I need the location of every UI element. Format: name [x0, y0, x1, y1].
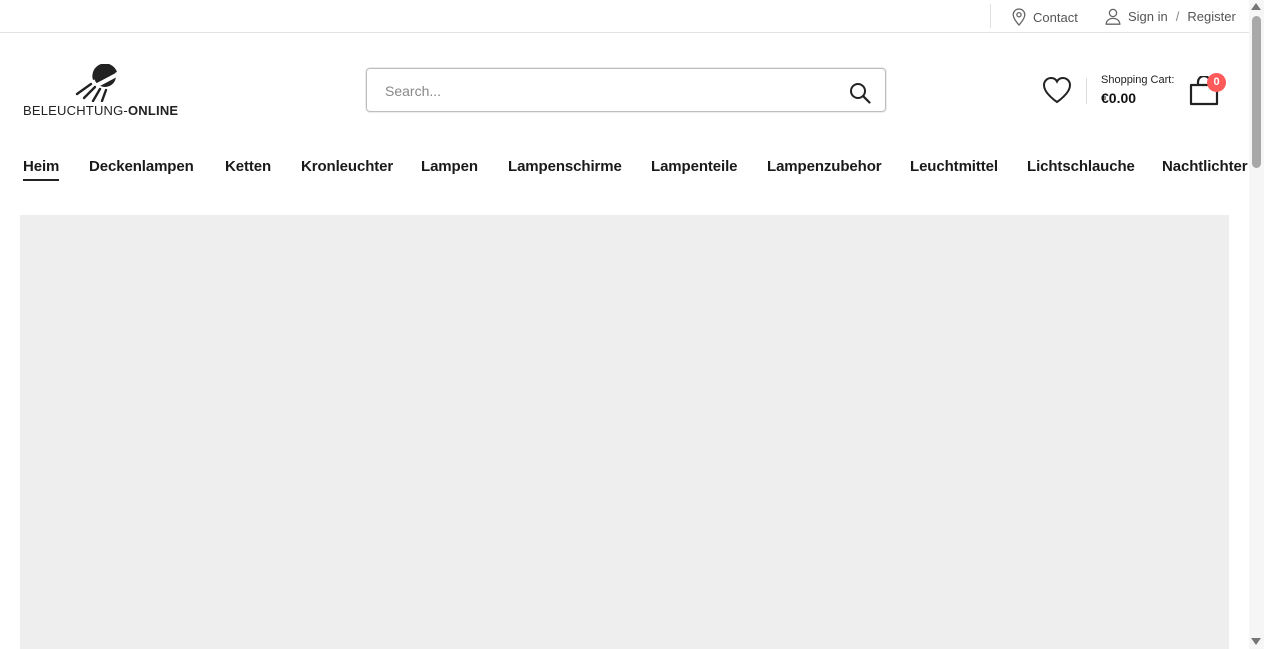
logo-text: BELEUCHTUNG-ONLINE: [23, 103, 178, 118]
search-icon[interactable]: [849, 82, 871, 109]
nav-item-deckenlampen[interactable]: Deckenlampen: [89, 158, 194, 175]
top-bar: Contact Sign in / Register: [0, 0, 1249, 33]
nav-item-leuchtmittel[interactable]: Leuchtmittel: [910, 158, 998, 175]
contact-label: Contact: [1033, 9, 1078, 25]
nav-item-nachtlichter[interactable]: Nachtlichter: [1162, 158, 1248, 175]
site-logo[interactable]: BELEUCHTUNG-ONLINE: [23, 62, 178, 122]
cart-total: €0.00: [1101, 90, 1137, 106]
register-link[interactable]: Register: [1187, 9, 1235, 24]
scrollbar-thumb[interactable]: [1252, 16, 1261, 168]
logo-text-bold: ONLINE: [127, 103, 179, 118]
hero-banner-placeholder: [20, 215, 1229, 649]
sign-in-link[interactable]: Sign in: [1128, 9, 1168, 24]
account-separator: /: [1175, 9, 1180, 24]
cart-count-badge: 0: [1207, 73, 1226, 92]
search-box: [366, 68, 886, 112]
account-links: Sign in / Register: [1105, 8, 1236, 25]
lamp-logo-icon: [75, 63, 121, 107]
user-icon: [1105, 8, 1121, 25]
nav-item-lichtschlauche[interactable]: Lichtschlauche: [1027, 158, 1135, 175]
logo-text-light: BELEUCHTUNG-: [23, 103, 128, 118]
contact-link[interactable]: Contact: [1012, 8, 1078, 26]
scroll-up-arrow-icon[interactable]: [1251, 3, 1261, 10]
nav-item-lampenzubehor[interactable]: Lampenzubehor: [767, 158, 882, 175]
location-pin-icon: [1012, 8, 1026, 26]
nav-item-ketten[interactable]: Ketten: [225, 158, 271, 175]
heart-icon[interactable]: [1042, 76, 1072, 109]
top-bar-divider: [990, 4, 991, 28]
header-divider: [1086, 78, 1087, 104]
nav-item-lampenschirme[interactable]: Lampenschirme: [508, 158, 622, 175]
nav-item-kronleuchter[interactable]: Kronleuchter: [301, 158, 393, 175]
nav-item-lampenteile[interactable]: Lampenteile: [651, 158, 738, 175]
nav-item-heim[interactable]: Heim: [23, 158, 60, 181]
search-input[interactable]: [383, 79, 827, 103]
nav-item-lampen[interactable]: Lampen: [421, 158, 478, 175]
cart-label: Shopping Cart:: [1101, 74, 1175, 86]
scroll-down-arrow-icon[interactable]: [1251, 638, 1261, 645]
